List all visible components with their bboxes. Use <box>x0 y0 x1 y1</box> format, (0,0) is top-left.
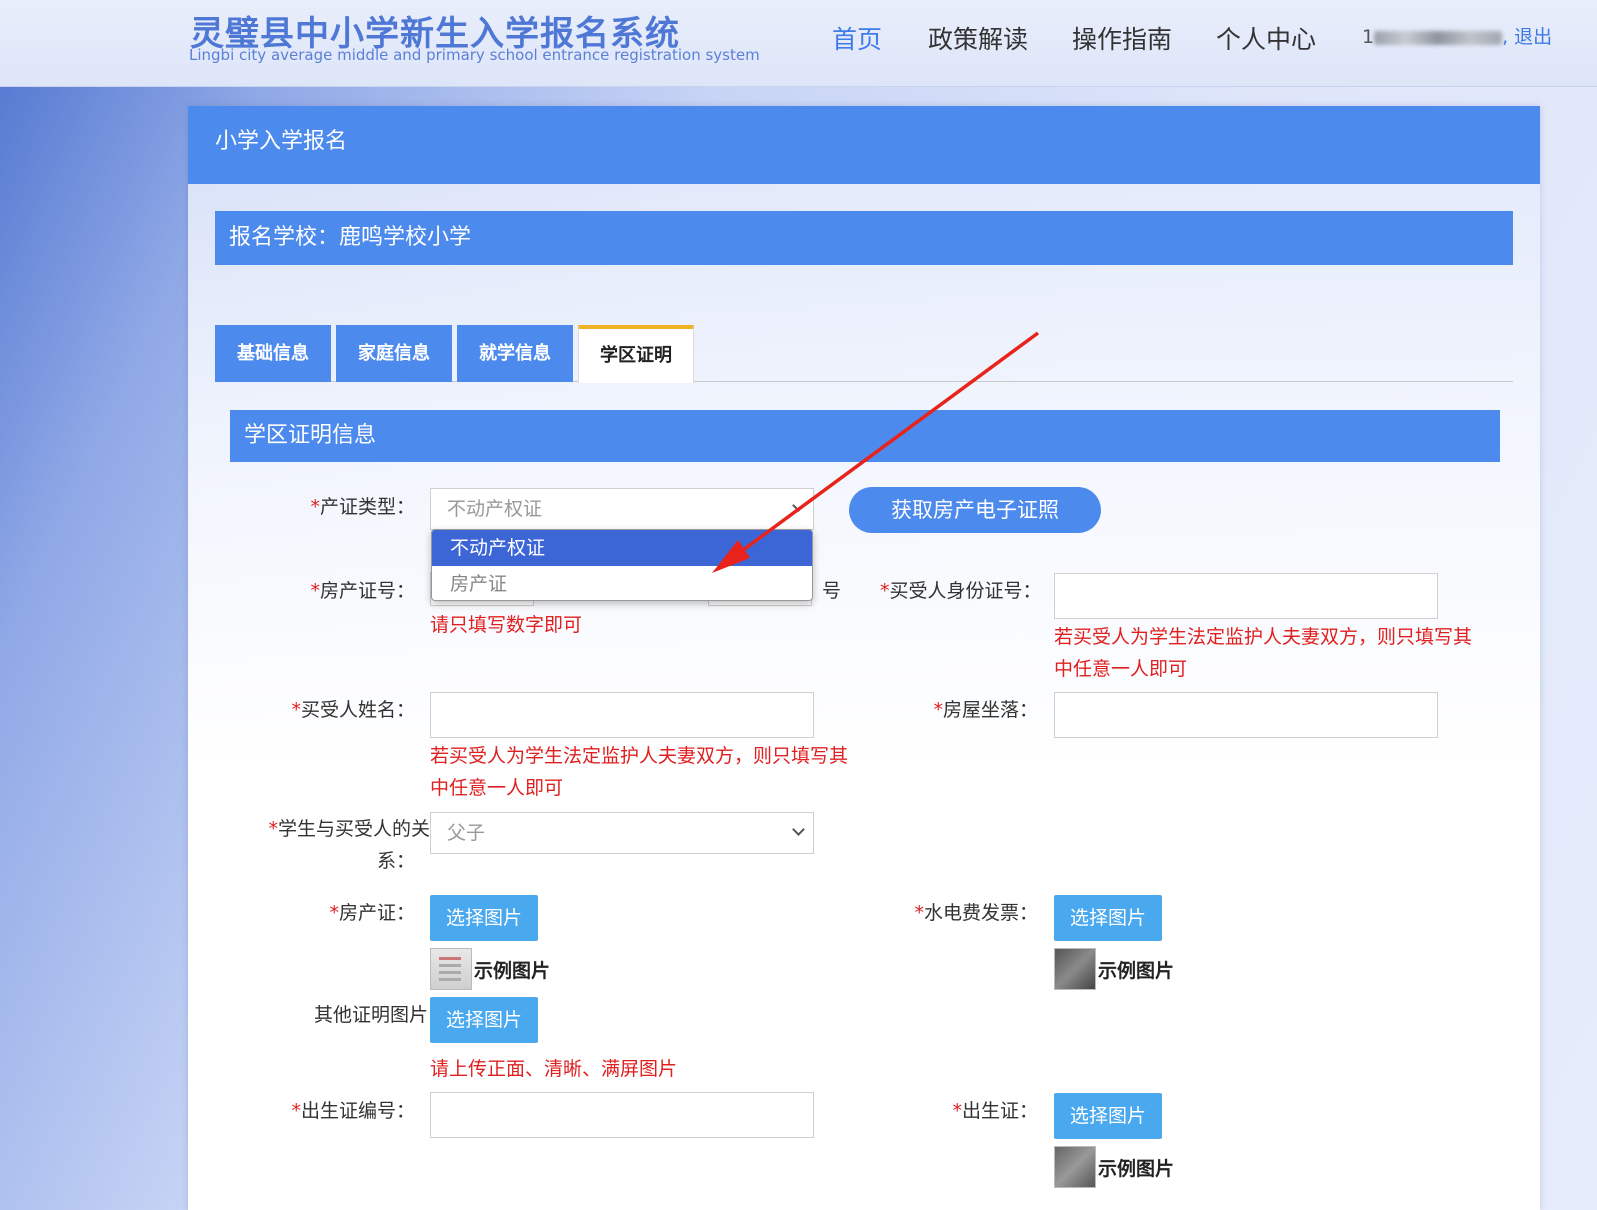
birth-no-input[interactable] <box>430 1092 814 1138</box>
nav-personal-center[interactable]: 个人中心 <box>1216 20 1316 56</box>
nav-policy[interactable]: 政策解读 <box>928 20 1028 56</box>
sample-thumbnail <box>1054 948 1096 990</box>
relation-value: 父子 <box>447 822 486 844</box>
logout-link[interactable]: , 退出 <box>1502 26 1552 48</box>
relation-label: *学生与买受人的关 <box>268 818 430 840</box>
birth-cert-sample[interactable]: 示例图片 <box>1054 1146 1184 1190</box>
tab-district-proof[interactable]: 学区证明 <box>578 325 694 383</box>
required-mark: * <box>310 496 320 518</box>
relation-label-line2: 系： <box>376 850 415 872</box>
house-no-label: *房产证号： <box>310 580 415 602</box>
sample-caption: 示例图片 <box>474 960 551 982</box>
other-proof-choose-button[interactable]: 选择图片 <box>430 997 538 1043</box>
birth-cert-label: *出生证： <box>952 1100 1038 1122</box>
utility-bill-sample[interactable]: 示例图片 <box>1054 948 1184 992</box>
site-header: 灵璧县中小学新生入学报名系统 Lingbi city average middl… <box>0 0 1597 87</box>
tab-basic-info[interactable]: 基础信息 <box>215 325 331 382</box>
option-house-cert[interactable]: 房产证 <box>432 566 812 600</box>
birth-no-label: *出生证编号： <box>291 1100 415 1122</box>
nav-home[interactable]: 首页 <box>832 20 882 56</box>
sample-thumbnail <box>1054 1146 1096 1188</box>
utility-bill-label: *水电费发票： <box>914 902 1038 924</box>
buyer-name-hint: 若买受人为学生法定监护人夫妻双方，则只填写其中任意一人即可 <box>430 745 849 799</box>
cert-type-value: 不动产权证 <box>447 498 543 520</box>
tab-family-info[interactable]: 家庭信息 <box>336 325 452 382</box>
option-real-estate-cert[interactable]: 不动产权证 <box>432 530 812 566</box>
user-phone-prefix: 1 <box>1362 26 1375 48</box>
chevron-down-icon <box>792 499 805 512</box>
top-nav: 首页 政策解读 操作指南 个人中心 <box>0 20 1597 60</box>
house-cert-upload-label: *房产证： <box>329 902 415 924</box>
other-proof-label: 其他证明图片 <box>313 1004 428 1026</box>
form-tabs: 基础信息 家庭信息 就学信息 学区证明 <box>215 325 1513 383</box>
user-area: 1 , 退出 <box>1362 22 1552 49</box>
house-cert-sample[interactable]: 示例图片 <box>430 948 560 992</box>
sample-thumbnail <box>430 948 472 990</box>
utility-bill-choose-button[interactable]: 选择图片 <box>1054 895 1162 941</box>
nav-guide[interactable]: 操作指南 <box>1072 20 1172 56</box>
upload-hint: 请上传正面、清晰、满屏图片 <box>430 1058 678 1080</box>
buyer-name-input[interactable] <box>430 692 814 738</box>
get-cert-button[interactable]: 获取房产电子证照 <box>849 487 1101 533</box>
cert-type-select[interactable]: 不动产权证 <box>430 488 814 530</box>
school-bar: 报名学校：鹿鸣学校小学 <box>215 211 1513 265</box>
relation-select[interactable]: 父子 <box>430 812 814 854</box>
section-title: 学区证明信息 <box>230 410 1500 462</box>
buyer-id-hint: 若买受人为学生法定监护人夫妻双方，则只填写其中任意一人即可 <box>1054 626 1473 680</box>
panel-title: 小学入学报名 <box>188 106 1540 184</box>
sample-caption: 示例图片 <box>1098 1158 1175 1180</box>
chevron-down-icon <box>792 823 805 836</box>
user-phone-redacted <box>1374 30 1503 45</box>
house-no-hint: 请只填写数字即可 <box>430 614 583 636</box>
birth-cert-choose-button[interactable]: 选择图片 <box>1054 1093 1162 1139</box>
buyer-id-input[interactable] <box>1054 573 1438 619</box>
buyer-id-label: *买受人身份证号： <box>880 580 1042 602</box>
tab-school-info[interactable]: 就学信息 <box>457 325 573 382</box>
sample-caption: 示例图片 <box>1098 960 1175 982</box>
buyer-name-label: *买受人姓名： <box>291 699 415 721</box>
house-location-input[interactable] <box>1054 692 1438 738</box>
cert-type-label: *产证类型： <box>310 496 415 518</box>
house-no-suffix: 号 <box>822 580 842 602</box>
house-cert-choose-button[interactable]: 选择图片 <box>430 895 538 941</box>
house-location-label: *房屋坐落： <box>933 699 1038 721</box>
cert-type-dropdown: 不动产权证 房产证 <box>431 529 813 601</box>
